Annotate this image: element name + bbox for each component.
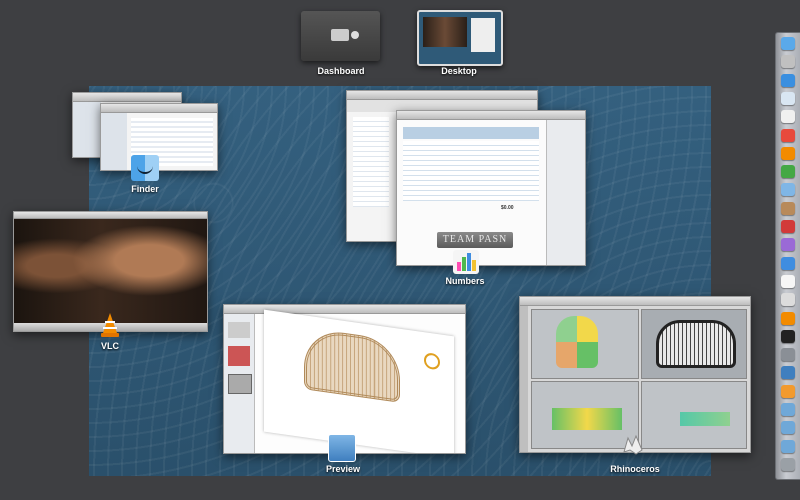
window-titlebar xyxy=(520,297,750,306)
rhino-model-3d xyxy=(656,320,736,368)
rhinoceros-icon[interactable] xyxy=(781,293,795,307)
vlc-cone-icon xyxy=(101,313,119,337)
dashboard-label: Dashboard xyxy=(317,66,365,76)
rhino-icon xyxy=(623,434,643,455)
app-store-icon[interactable] xyxy=(781,256,795,270)
calendar-icon[interactable] xyxy=(781,110,795,124)
textedit-icon[interactable] xyxy=(781,274,795,288)
terminal-icon[interactable] xyxy=(781,329,795,343)
team-pasn-logo: TEAM PASN xyxy=(437,232,513,248)
window-titlebar xyxy=(397,111,585,120)
window-titlebar xyxy=(101,104,217,113)
ical-icon[interactable] xyxy=(781,128,795,142)
pages-icon[interactable] xyxy=(781,384,795,398)
vlc-label: VLC xyxy=(101,341,119,351)
rhino-viewport-perspective xyxy=(641,309,747,379)
vlc-icon[interactable] xyxy=(781,311,795,325)
numbers-bar-2 xyxy=(462,257,466,271)
rhinoceros-label: Rhinoceros xyxy=(610,464,660,474)
numbers-table xyxy=(403,141,539,201)
dashboard-widget-icon xyxy=(331,29,349,41)
numbers-table-header xyxy=(403,127,539,139)
desktop-thumb-video xyxy=(423,17,467,47)
keynote-icon[interactable] xyxy=(781,366,795,380)
rhino-toolbar xyxy=(520,306,528,452)
numbers-app-icon xyxy=(453,250,479,274)
window-titlebar xyxy=(224,305,465,314)
rhino-viewport-top xyxy=(531,309,639,379)
rhino-model-side xyxy=(680,412,730,426)
dashboard-space-thumbnail[interactable] xyxy=(301,11,380,61)
launchpad-icon[interactable] xyxy=(781,55,795,69)
mail-icon[interactable] xyxy=(781,91,795,105)
rhino-model-plan xyxy=(556,316,598,368)
desktop-thumb-window xyxy=(471,18,495,52)
finder-label: Finder xyxy=(131,184,159,194)
finder-window-2[interactable] xyxy=(100,103,218,171)
photo-booth-icon[interactable] xyxy=(781,220,795,233)
numbers-total-value: $0.00 xyxy=(501,205,514,211)
preview-thumb-3 xyxy=(228,374,252,394)
preview-icon[interactable] xyxy=(781,183,795,197)
window-titlebar xyxy=(14,212,207,219)
window-titlebar xyxy=(73,93,181,102)
system-preferences-icon[interactable] xyxy=(781,348,795,362)
dashboard-widget-icon xyxy=(351,31,359,39)
itunes-icon[interactable] xyxy=(781,238,795,252)
vlc-app-icon xyxy=(100,312,120,338)
vlc-video-frame xyxy=(14,219,207,323)
finder-sidebar xyxy=(101,113,127,170)
vlc-icon[interactable] xyxy=(781,146,795,160)
trash-icon[interactable] xyxy=(781,457,795,471)
address-book-icon[interactable] xyxy=(781,201,795,215)
applications-folder-icon[interactable] xyxy=(781,439,795,453)
rhino-model-front xyxy=(552,408,622,430)
desktop-space-thumbnail[interactable] xyxy=(417,10,503,66)
preview-thumb-2 xyxy=(228,346,250,366)
preview-label: Preview xyxy=(325,464,361,474)
documents-folder-icon[interactable] xyxy=(781,403,795,416)
numbers-bar-1 xyxy=(457,262,461,271)
numbers-sheet-sidebar xyxy=(353,117,389,207)
preview-document xyxy=(264,309,454,453)
safari-icon[interactable] xyxy=(781,73,795,87)
numbers-label: Numbers xyxy=(445,276,485,286)
rhino-viewport-right xyxy=(641,381,747,449)
rhinoceros-window[interactable] xyxy=(519,296,751,453)
preview-thumb-1 xyxy=(228,322,250,338)
window-titlebar xyxy=(347,91,537,100)
preview-app-icon xyxy=(328,434,356,462)
dock xyxy=(775,32,800,480)
preview-window[interactable] xyxy=(223,304,466,454)
downloads-folder-icon[interactable] xyxy=(781,421,795,435)
rhinoceros-app-icon xyxy=(622,432,644,456)
finder-sidebar xyxy=(73,102,101,157)
numbers-inspector xyxy=(546,120,585,265)
numbers-bar-3 xyxy=(467,253,471,271)
skatepark-model xyxy=(304,327,400,403)
finder-face-icon xyxy=(137,162,153,174)
finder-app-icon xyxy=(131,155,159,181)
finder-icon[interactable] xyxy=(781,37,795,50)
numbers-icon[interactable] xyxy=(781,165,795,179)
preview-thumbnail-sidebar xyxy=(224,314,255,453)
desktop-label: Desktop xyxy=(441,66,477,76)
preview-doc-logo xyxy=(424,352,440,371)
numbers-bar-4 xyxy=(472,260,476,271)
